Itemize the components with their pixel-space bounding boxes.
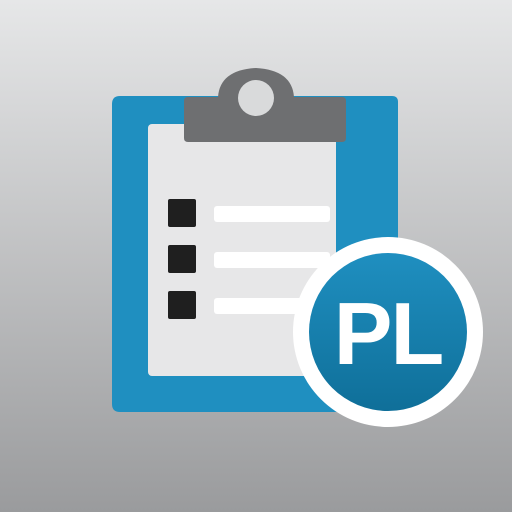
checkbox-1	[168, 199, 196, 227]
list-line-2	[214, 252, 330, 268]
list-line-1	[214, 206, 330, 222]
app-icon: PL	[0, 0, 512, 512]
checkbox-3	[168, 291, 196, 319]
checkbox-2	[168, 245, 196, 273]
clipboard-clip-hole	[238, 80, 274, 116]
badge-label: PL	[334, 284, 443, 383]
clipboard-checklist-icon: PL	[0, 0, 512, 512]
